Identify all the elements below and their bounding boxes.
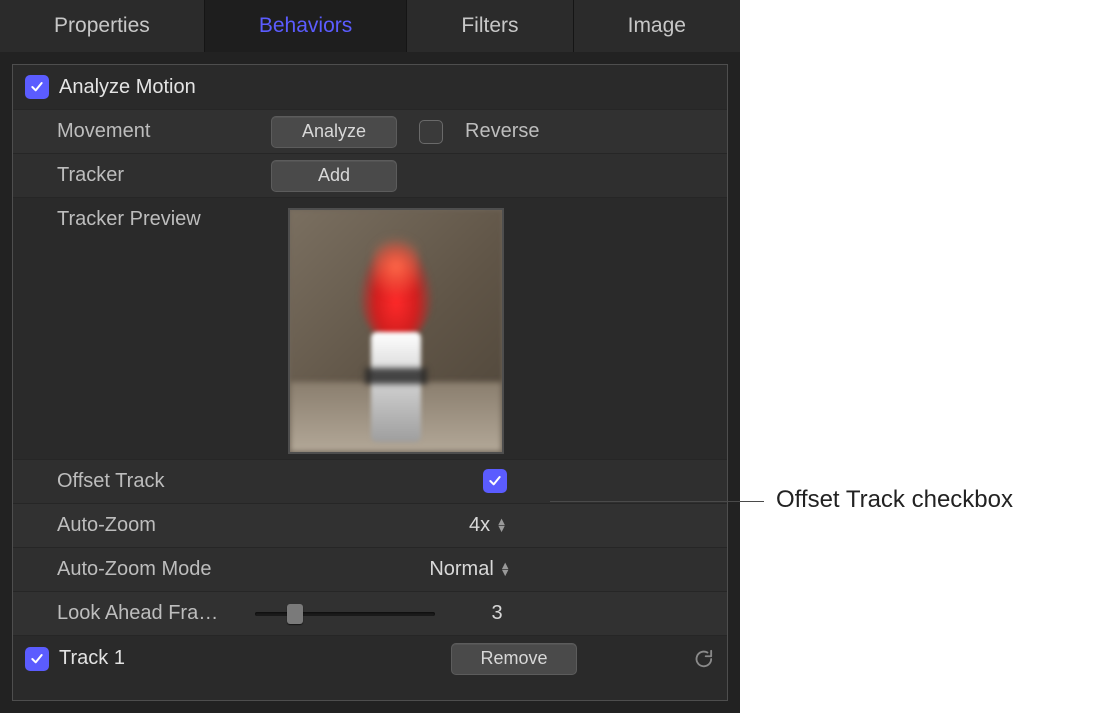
- inspector-tabs: Properties Behaviors Filters Image: [0, 0, 740, 52]
- tracker-preview-row: Tracker Preview: [13, 197, 727, 459]
- stepper-arrows-icon: ▲▼: [500, 563, 511, 577]
- auto-zoom-mode-value: Normal: [429, 558, 493, 581]
- add-tracker-button[interactable]: Add: [271, 160, 397, 192]
- inspector-panel: Properties Behaviors Filters Image Analy…: [0, 0, 740, 713]
- movement-row: Movement Analyze Reverse: [13, 109, 727, 153]
- inspector-body: Analyze Motion Movement Analyze Reverse …: [12, 64, 728, 701]
- tab-label: Properties: [54, 14, 150, 38]
- offset-track-label: Offset Track: [57, 470, 164, 493]
- look-ahead-label: Look Ahead Fra…: [57, 602, 218, 625]
- annotation-leader-line: [550, 501, 764, 502]
- tab-filters[interactable]: Filters: [407, 0, 573, 52]
- auto-zoom-row: Auto-Zoom 4x ▲▼: [13, 503, 727, 547]
- offset-track-row: Offset Track: [13, 459, 727, 503]
- remove-track-button[interactable]: Remove: [451, 643, 577, 675]
- track-1-label: Track 1: [59, 647, 125, 670]
- analyze-button[interactable]: Analyze: [271, 116, 397, 148]
- stepper-arrows-icon: ▲▼: [496, 519, 507, 533]
- tab-label: Image: [628, 14, 686, 38]
- offset-track-checkbox[interactable]: [483, 469, 507, 493]
- look-ahead-row: Look Ahead Fra… 3: [13, 591, 727, 635]
- look-ahead-value: 3: [491, 602, 502, 625]
- auto-zoom-mode-popup[interactable]: Normal ▲▼: [429, 558, 510, 581]
- auto-zoom-mode-row: Auto-Zoom Mode Normal ▲▼: [13, 547, 727, 591]
- auto-zoom-stepper[interactable]: 4x ▲▼: [469, 514, 507, 537]
- tab-label: Filters: [461, 14, 518, 38]
- tab-properties[interactable]: Properties: [0, 0, 205, 52]
- auto-zoom-label: Auto-Zoom: [57, 514, 156, 537]
- behavior-header-row: Analyze Motion: [13, 65, 727, 109]
- tracker-preview-label: Tracker Preview: [57, 208, 201, 231]
- reset-icon[interactable]: [691, 648, 713, 670]
- annotation-text: Offset Track checkbox: [776, 486, 1013, 514]
- reverse-label: Reverse: [465, 120, 539, 143]
- auto-zoom-mode-label: Auto-Zoom Mode: [57, 558, 212, 581]
- tracker-label: Tracker: [57, 164, 124, 187]
- tab-behaviors[interactable]: Behaviors: [205, 0, 407, 52]
- tracker-row: Tracker Add: [13, 153, 727, 197]
- reverse-checkbox[interactable]: [419, 120, 443, 144]
- movement-label: Movement: [57, 120, 150, 143]
- auto-zoom-value: 4x: [469, 514, 490, 537]
- look-ahead-value-stepper[interactable]: 3: [491, 602, 502, 625]
- track-1-enable-checkbox[interactable]: [25, 647, 49, 671]
- behavior-title: Analyze Motion: [59, 76, 196, 99]
- analyze-motion-enable-checkbox[interactable]: [25, 75, 49, 99]
- tracker-preview-thumbnail: [288, 208, 504, 454]
- tab-image[interactable]: Image: [574, 0, 740, 52]
- tab-label: Behaviors: [259, 14, 352, 38]
- look-ahead-slider[interactable]: [255, 604, 435, 624]
- track-1-row: Track 1 Remove: [13, 635, 727, 681]
